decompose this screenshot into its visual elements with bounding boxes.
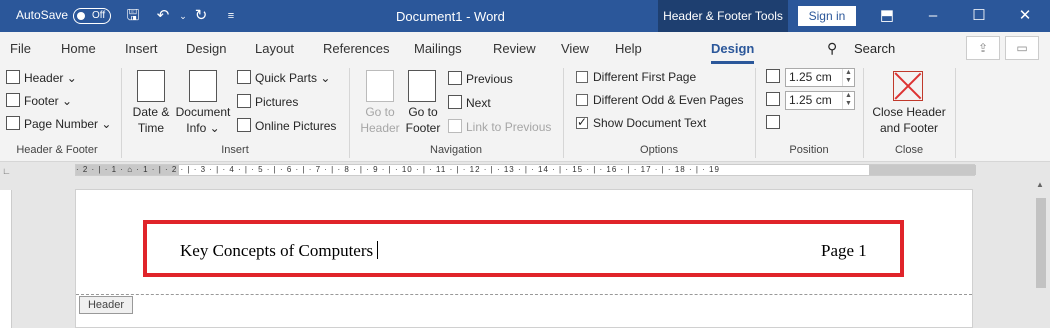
document-title: Document1 - Word bbox=[396, 9, 505, 24]
footer-dropdown-button[interactable]: Footer ⌄ bbox=[6, 93, 72, 108]
group-label-close: Close bbox=[894, 144, 924, 156]
link-to-previous-button: Link to Previous bbox=[448, 119, 551, 134]
next-icon bbox=[448, 95, 462, 109]
tab-design[interactable]: Design bbox=[186, 41, 226, 56]
tab-insert[interactable]: Insert bbox=[125, 41, 158, 56]
sign-in-button[interactable]: Sign in bbox=[798, 6, 856, 26]
tab-home[interactable]: Home bbox=[61, 41, 96, 56]
header-dropdown-button[interactable]: Header ⌄ bbox=[6, 70, 77, 85]
quick-parts-icon bbox=[237, 70, 251, 84]
ribbon: Header ⌄ Footer ⌄ Page Number ⌄ Header &… bbox=[0, 64, 1050, 162]
autosave-toggle[interactable]: Off bbox=[73, 8, 111, 24]
header-icon bbox=[6, 70, 20, 84]
close-header-footer-icon[interactable] bbox=[893, 71, 923, 101]
search-box[interactable]: Search bbox=[854, 41, 895, 56]
tab-review[interactable]: Review bbox=[493, 41, 536, 56]
group-label-navigation: Navigation bbox=[430, 144, 482, 156]
comments-icon[interactable]: ▭ bbox=[1005, 36, 1039, 60]
online-pictures-icon bbox=[237, 118, 251, 132]
tab-layout[interactable]: Layout bbox=[255, 41, 294, 56]
quick-parts-button[interactable]: Quick Parts ⌄ bbox=[237, 70, 330, 85]
share-icon[interactable]: ⇪ bbox=[966, 36, 1000, 60]
pictures-icon bbox=[237, 94, 251, 108]
page-number-dropdown-button[interactable]: Page Number ⌄ bbox=[6, 116, 111, 131]
different-odd-even-checkbox[interactable]: Different Odd & Even Pages bbox=[576, 93, 744, 107]
go-to-footer-button[interactable]: Go to Footer bbox=[400, 104, 446, 136]
header-boundary-line bbox=[76, 294, 972, 295]
footer-from-bottom-input[interactable]: 1.25 cm ▲ ▼ bbox=[785, 91, 855, 110]
ruler-ticks: · 2 · | · 1 · ⌂ · 1 · | · 2 · | · 3 · | … bbox=[76, 165, 720, 174]
tab-header-footer-design[interactable]: Design bbox=[711, 41, 755, 64]
minimize-icon[interactable]: – bbox=[910, 0, 956, 32]
autosave-label: AutoSave bbox=[16, 8, 69, 22]
header-position-icon bbox=[766, 69, 780, 83]
group-label-options: Options bbox=[640, 144, 678, 156]
scroll-up-icon[interactable]: ▲ bbox=[1036, 180, 1044, 189]
tab-mailings[interactable]: Mailings bbox=[414, 41, 462, 56]
date-time-button[interactable]: Date & Time bbox=[128, 104, 174, 136]
different-first-page-checkbox[interactable]: Different First Page bbox=[576, 70, 696, 84]
footer-position-icon bbox=[766, 92, 780, 106]
undo-icon[interactable]: ↶ bbox=[152, 5, 174, 27]
document-info-button[interactable]: Document Info ⌄ bbox=[172, 104, 234, 136]
group-label-header-footer: Header & Footer bbox=[16, 144, 98, 156]
checkbox-icon bbox=[576, 94, 588, 106]
insert-alignment-tab-icon[interactable] bbox=[766, 115, 780, 129]
ribbon-tabs: File Home Insert Design Layout Reference… bbox=[0, 32, 1050, 64]
header-footer-tools-label: Header & Footer Tools bbox=[658, 0, 788, 32]
search-icon[interactable]: ⚲ bbox=[827, 40, 837, 57]
ribbon-display-options-icon[interactable]: ⬒ bbox=[864, 0, 910, 32]
spinner-arrows-icon[interactable]: ▲ ▼ bbox=[842, 69, 854, 86]
online-pictures-button[interactable]: Online Pictures bbox=[237, 118, 336, 133]
title-bar: AutoSave Off 🖫 ↶ ⌄ ↻ ≡ Document1 - Word … bbox=[0, 0, 1050, 32]
previous-icon bbox=[448, 71, 462, 85]
go-to-header-icon bbox=[366, 70, 394, 102]
vertical-ruler[interactable] bbox=[0, 190, 12, 328]
header-tag: Header bbox=[79, 296, 133, 314]
group-label-position: Position bbox=[789, 144, 829, 156]
header-highlight-box bbox=[143, 220, 904, 277]
close-window-icon[interactable]: ✕ bbox=[1002, 0, 1048, 32]
tab-view[interactable]: View bbox=[561, 41, 589, 56]
link-icon bbox=[448, 119, 462, 133]
document-info-icon[interactable] bbox=[189, 70, 217, 102]
go-to-footer-icon[interactable] bbox=[408, 70, 436, 102]
checkbox-icon bbox=[576, 71, 588, 83]
vertical-scrollbar[interactable]: ▲ bbox=[1032, 176, 1050, 328]
group-separator bbox=[955, 68, 956, 158]
close-header-footer-button[interactable]: Close Header and Footer bbox=[866, 104, 952, 136]
spinner-arrows-icon[interactable]: ▲ ▼ bbox=[842, 92, 854, 109]
page-number-icon bbox=[6, 116, 20, 130]
tab-references[interactable]: References bbox=[323, 41, 389, 56]
footer-icon bbox=[6, 93, 20, 107]
checkbox-checked-icon bbox=[576, 115, 588, 129]
calendar-clock-icon[interactable] bbox=[137, 70, 165, 102]
horizontal-ruler[interactable]: · 2 · | · 1 · ⌂ · 1 · | · 2 · | · 3 · | … bbox=[75, 164, 976, 176]
maximize-icon[interactable]: ☐ bbox=[956, 0, 1002, 32]
previous-button[interactable]: Previous bbox=[448, 71, 513, 86]
tab-selector-icon[interactable]: ∟ bbox=[2, 166, 11, 176]
next-button[interactable]: Next bbox=[448, 95, 491, 110]
go-to-header-button: Go to Header bbox=[360, 105, 400, 135]
pictures-button[interactable]: Pictures bbox=[237, 94, 298, 109]
header-from-top-input[interactable]: 1.25 cm ▲ ▼ bbox=[785, 68, 855, 87]
tab-file[interactable]: File bbox=[10, 41, 31, 56]
save-icon[interactable]: 🖫 bbox=[122, 5, 144, 27]
group-label-insert: Insert bbox=[221, 144, 249, 156]
redo-icon[interactable]: ↻ bbox=[190, 5, 212, 27]
show-document-text-checkbox[interactable]: Show Document Text bbox=[576, 115, 706, 130]
tab-help[interactable]: Help bbox=[615, 41, 642, 56]
scrollbar-thumb[interactable] bbox=[1036, 198, 1046, 288]
customize-toolbar-icon[interactable]: ≡ bbox=[220, 5, 242, 27]
